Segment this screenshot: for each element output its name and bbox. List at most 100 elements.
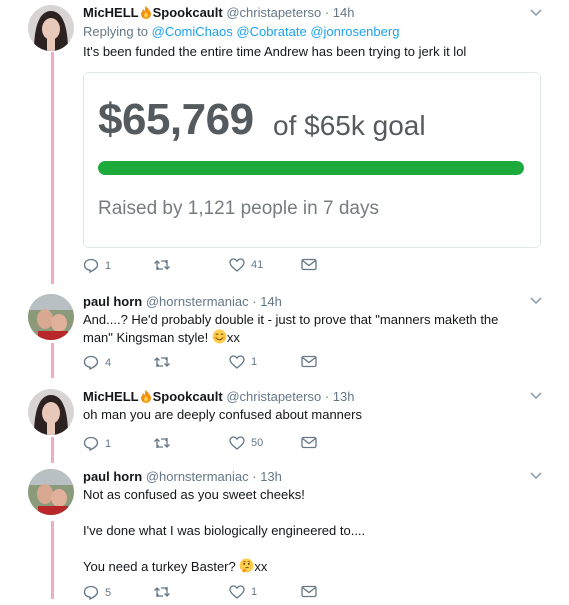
tweet-text-line: You need a turkey Baster? xx [83,558,543,576]
like-button[interactable]: 50 [229,436,263,450]
chevron-down-icon[interactable] [529,471,543,481]
reply-icon [83,436,99,451]
tweet-header: paul horn @hornstermaniac · 13h [83,469,543,485]
timestamp[interactable]: · 13h [252,469,282,484]
display-name-suffix[interactable]: Spookcault [153,389,223,404]
dm-button[interactable] [301,585,317,598]
fire-icon [140,6,151,19]
heart-icon [229,585,245,599]
reply-count: 1 [105,259,112,272]
user-handle[interactable]: @hornstermaniac [146,294,249,309]
tweet-text-fragment: You need a turkey Baster? [83,559,236,574]
mention-link[interactable]: @jonrosenberg [310,24,399,39]
tweet-actions: 5 1 [83,585,323,605]
mention-link[interactable]: @Cobratate [236,24,306,39]
reply-icon [83,355,99,370]
dm-button[interactable] [301,258,317,271]
envelope-icon [301,258,317,271]
reply-icon [83,258,99,273]
heart-icon [229,436,245,450]
tweet-text-line: And....? He'd probably double it - just … [83,312,499,327]
envelope-icon [301,436,317,449]
timestamp[interactable]: · 13h [325,389,355,404]
timestamp[interactable]: · 14h [325,5,355,20]
retweet-icon [154,438,170,448]
tweet-text: It's been funded the entire time Andrew … [83,44,467,59]
heart-icon [229,258,245,272]
tweet-text-fragment: xx [254,559,268,574]
display-name-suffix[interactable]: Spookcault [153,5,223,20]
tweet[interactable]: MicHELL Spookcault @christapeterso · 14h … [0,0,569,285]
retweet-button[interactable] [153,436,177,450]
reply-button[interactable]: 4 [83,355,111,370]
smiling-face-icon [212,329,227,344]
tweet-header: MicHELL Spookcault @christapeterso · 14h [83,5,543,21]
retweet-button[interactable] [153,355,177,369]
avatar[interactable] [28,469,74,515]
tweet-text-line: Not as confused as you sweet cheeks! [83,487,305,502]
amount-raised: $65,769 [98,95,254,144]
dm-button[interactable] [301,355,317,368]
retweet-icon [154,260,170,270]
retweet-button[interactable] [153,585,177,599]
reply-count: 5 [105,586,112,599]
reply-button[interactable]: 1 [83,258,111,273]
like-button[interactable]: 41 [229,258,263,272]
like-count: 50 [251,437,264,449]
tweet-text-fragment: xx [226,330,240,345]
timestamp[interactable]: · 14h [252,294,282,309]
heart-icon [229,355,245,369]
reply-button[interactable]: 1 [83,436,111,451]
tweet-text-line: man" Kingsman style! xx [83,329,543,347]
tweet-actions: 1 50 [83,436,323,456]
raised-by-text: Raised by 1,121 people in 7 days [98,198,379,219]
avatar[interactable] [28,294,74,340]
like-count: 1 [251,356,258,368]
envelope-icon [301,585,317,598]
reply-count: 4 [105,356,112,369]
like-button[interactable]: 1 [229,585,257,599]
tweet-text: And....? He'd probably double it - just … [83,311,543,347]
replying-to: Replying to @ComiChaos @Cobratate @jonro… [83,24,543,39]
reply-count: 1 [105,437,112,450]
tweet[interactable]: MicHELL Spookcault @christapeterso · 13h … [0,380,569,468]
chevron-down-icon[interactable] [529,8,543,18]
like-count: 1 [251,586,258,598]
user-handle[interactable]: @hornstermaniac [146,469,249,484]
envelope-icon [301,355,317,368]
progress-bar [98,161,524,175]
goal-text: of $65k goal [273,110,426,141]
tweet-text: Not as confused as you sweet cheeks! I'v… [83,486,543,576]
display-name[interactable]: paul horn [83,294,142,309]
reply-button[interactable]: 5 [83,585,111,600]
avatar[interactable] [28,5,74,51]
like-button[interactable]: 1 [229,355,257,369]
reply-icon [83,585,99,600]
fire-icon [140,390,151,403]
retweet-icon [154,587,170,597]
display-name[interactable]: MicHELL [83,389,139,404]
tweet-text-fragment: man" Kingsman style! [83,330,209,345]
fundraiser-card[interactable]: $65,769 of $65k goal Raised by 1,121 peo… [83,72,541,248]
avatar[interactable] [28,389,74,435]
retweet-icon [154,357,170,367]
tweet-actions: 4 1 [83,355,323,375]
chevron-down-icon[interactable] [529,296,543,306]
chevron-down-icon[interactable] [529,391,543,401]
display-name[interactable]: paul horn [83,469,142,484]
tweet-header: paul horn @hornstermaniac · 14h [83,294,543,310]
replying-label: Replying to [83,24,149,39]
progress-fill [98,161,524,175]
tweet-header: MicHELL Spookcault @christapeterso · 13h [83,389,543,405]
thinking-face-icon [239,558,254,573]
tweet-actions: 1 41 [83,258,323,278]
tweet-text-line: I've done what I was biologically engine… [83,523,366,538]
display-name[interactable]: MicHELL [83,5,139,20]
retweet-button[interactable] [153,258,177,272]
user-handle[interactable]: @christapeterso [226,389,321,404]
user-handle[interactable]: @christapeterso [226,5,321,20]
mention-link[interactable]: @ComiChaos [152,24,233,39]
tweet[interactable]: paul horn @hornstermaniac · 13h Not as c… [0,468,569,600]
dm-button[interactable] [301,436,317,449]
tweet[interactable]: paul horn @hornstermaniac · 14h And....?… [0,285,569,380]
